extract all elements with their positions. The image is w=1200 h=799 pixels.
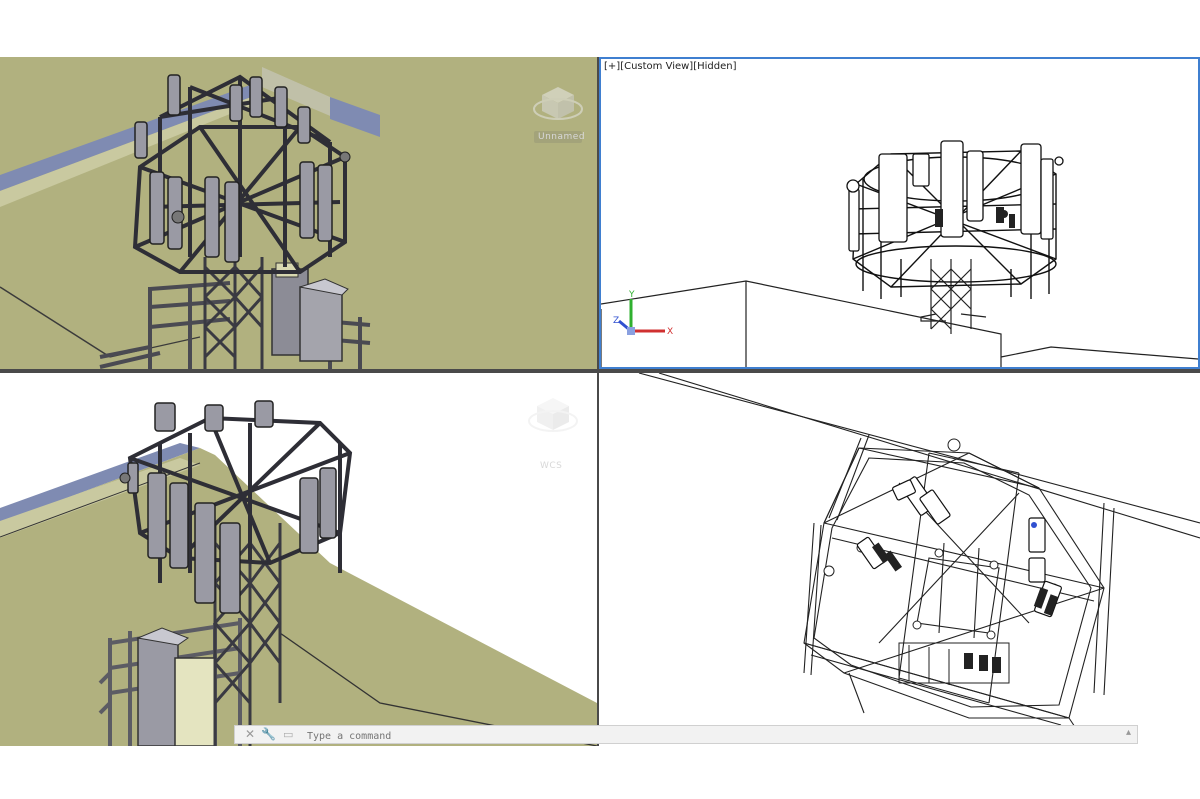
- close-icon[interactable]: ✕: [245, 727, 255, 741]
- navcube-icon[interactable]: [533, 87, 583, 120]
- viewport-divider-vertical[interactable]: [597, 57, 599, 746]
- command-line[interactable]: ✕ 🔧 ▭ ▴: [234, 725, 1138, 744]
- customize-icon[interactable]: 🔧: [261, 727, 276, 741]
- command-prompt-icon[interactable]: ▭: [283, 728, 293, 741]
- command-input[interactable]: [305, 728, 1069, 744]
- tower-shaded-model-2: [0, 398, 597, 746]
- tower-hidden-line-model: Y X Z: [601, 140, 1198, 367]
- ucs-icon: [618, 299, 665, 335]
- navcube-icon-2[interactable]: [528, 398, 578, 432]
- viewport-bottom-left[interactable]: WCS: [0, 373, 597, 746]
- ucs-x-label: X: [667, 327, 673, 337]
- viewport-top-right-active[interactable]: [+][Custom View][Hidden] Y X Z: [599, 57, 1200, 369]
- viewport-bottom-right[interactable]: [599, 373, 1200, 746]
- viewport-top-left[interactable]: Unnamed: [0, 57, 597, 369]
- ucs-z-label: Z: [613, 316, 619, 326]
- command-history-icon[interactable]: ▴: [1126, 727, 1131, 738]
- viewport-divider-horizontal[interactable]: [0, 369, 1200, 373]
- navcube-label-2[interactable]: WCS: [540, 461, 562, 471]
- tower-wireframe-model: [638, 373, 1200, 734]
- autocad-window: Unnamed [+][Custom View][Hidden] Y X Z W…: [0, 0, 1200, 799]
- ucs-y-label: Y: [628, 290, 635, 300]
- tower-shaded-model: [0, 67, 583, 369]
- navcube-label[interactable]: Unnamed: [538, 132, 585, 142]
